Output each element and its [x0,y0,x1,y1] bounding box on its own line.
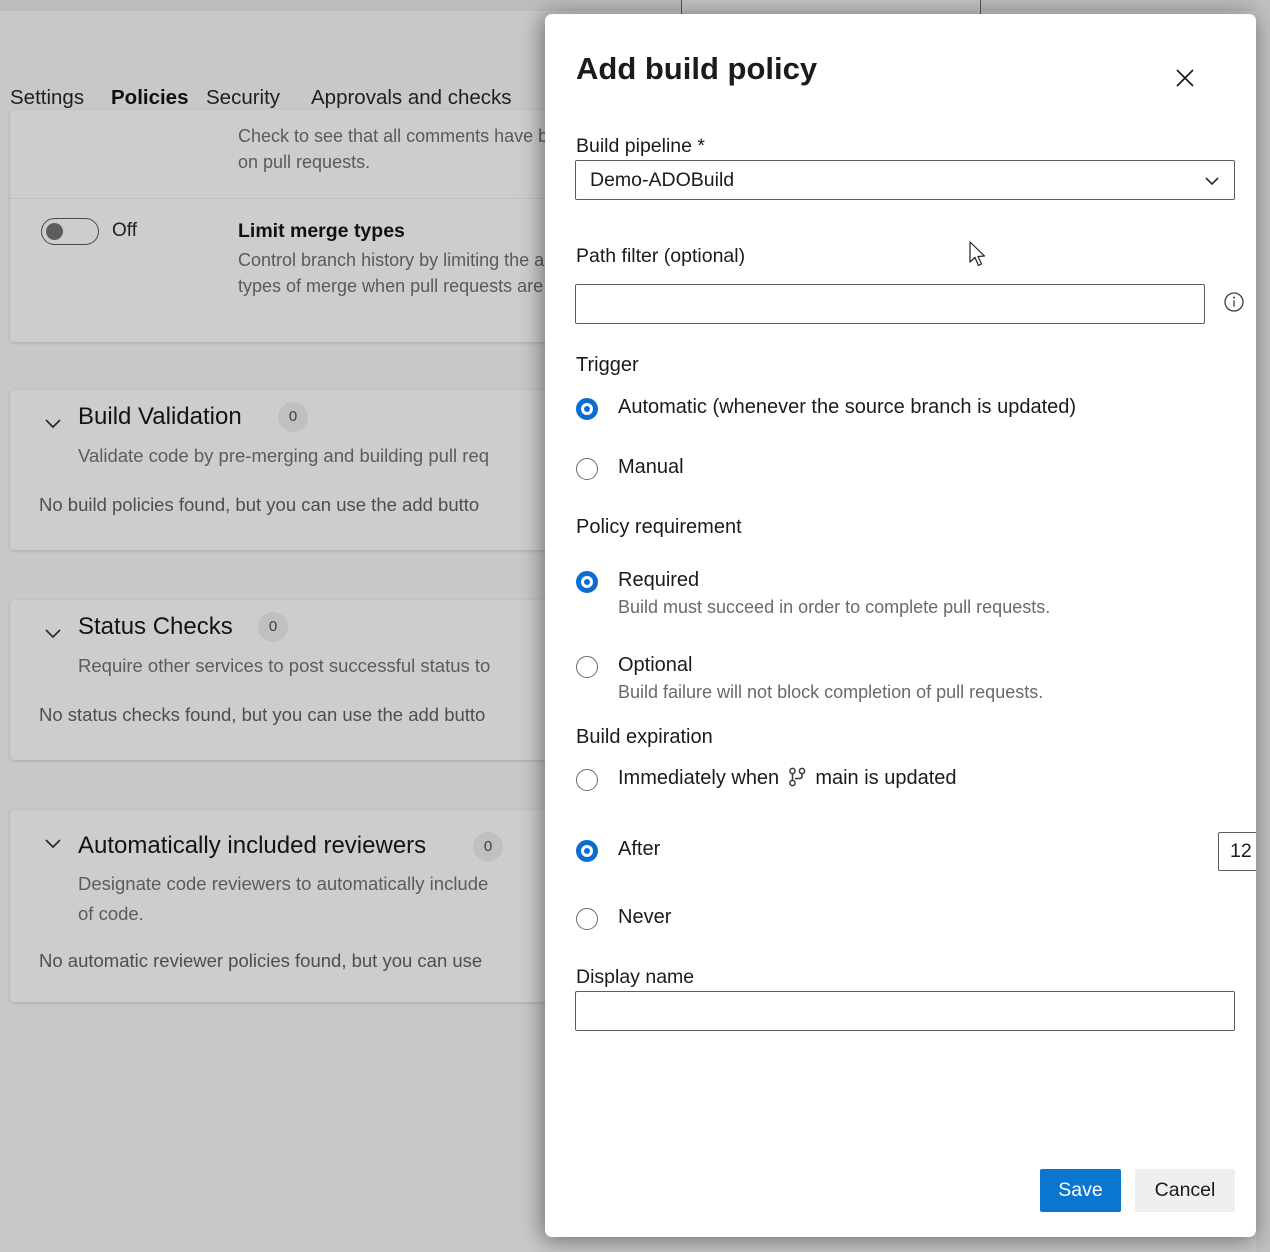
group-title-automatic-reviewers[interactable]: Automatically included reviewers [78,832,426,860]
display-name-label: Display name [576,966,694,989]
backdrop-right-strip [1256,0,1270,1252]
limit-merge-types-toggle-state: Off [112,220,137,242]
policy-required-label: Required [618,569,699,592]
chevron-down-icon[interactable] [42,622,64,644]
chevron-down-icon[interactable] [42,832,64,854]
limit-merge-types-toggle[interactable] [41,218,99,245]
limit-merge-types-title: Limit merge types [238,220,405,243]
tab-policies-label: Policies [111,86,189,109]
policy-optional-label: Optional [618,654,693,677]
radio-required[interactable] [576,571,598,593]
expiration-after-prefix: After [618,838,660,861]
card-build-validation: Build Validation 0 Validate code by pre-… [10,390,610,550]
branch-icon [788,767,807,787]
add-build-policy-panel: Add build policy Build pipeline * Demo-A… [545,14,1256,1237]
build-pipeline-value: Demo-ADOBuild [590,161,734,199]
build-pipeline-select[interactable]: Demo-ADOBuild [575,160,1235,200]
tab-security-label: Security [206,86,280,109]
expiration-immediately-prefix: Immediately when [618,767,779,789]
radio-never[interactable] [576,908,598,930]
card-divider [10,198,610,199]
group-desc-automatic-reviewers-line1: Designate code reviewers to automaticall… [78,868,608,899]
path-filter-input[interactable] [575,284,1205,324]
top-chrome-strip [0,0,1270,11]
chevron-down-icon [1202,171,1222,191]
build-pipeline-label: Build pipeline * [576,135,705,158]
badge-build-validation-count: 0 [278,402,308,432]
badge-status-checks-count: 0 [258,612,288,642]
radio-optional[interactable] [576,656,598,678]
expiration-immediately-suffix: is updated [864,767,956,789]
empty-state-automatic-reviewers: No automatic reviewer policies found, bu… [39,950,482,972]
path-filter-label: Path filter (optional) [576,245,745,268]
build-expiration-section-label: Build expiration [576,726,713,749]
info-icon[interactable] [1223,291,1245,313]
tab-settings-label: Settings [10,86,84,109]
policy-optional-sub: Build failure will not block completion … [618,682,1043,703]
close-icon[interactable] [1165,58,1205,98]
empty-state-status-checks: No status checks found, but you can use … [39,704,485,726]
card-automatic-reviewers: Automatically included reviewers 0 Desig… [10,810,610,1002]
group-title-status-checks[interactable]: Status Checks [78,613,233,641]
policy-required-sub: Build must succeed in order to complete … [618,597,1050,618]
expiration-never-label: Never [618,906,671,929]
policy-requirement-section-label: Policy requirement [576,516,742,539]
radio-manual[interactable] [576,458,598,480]
chevron-down-icon[interactable] [42,412,64,434]
cancel-button[interactable]: Cancel [1135,1169,1235,1212]
trigger-manual-label: Manual [618,456,684,479]
trigger-automatic-label: Automatic (whenever the source branch is… [618,396,1076,419]
tab-approvals-label: Approvals and checks [311,86,512,109]
radio-after[interactable] [576,840,598,862]
display-name-input[interactable] [575,991,1235,1031]
group-desc-automatic-reviewers-line2: of code. [78,898,608,929]
radio-immediately[interactable] [576,769,598,791]
toggle-knob [46,223,63,240]
trigger-section-label: Trigger [576,354,639,377]
radio-automatic[interactable] [576,398,598,420]
save-button[interactable]: Save [1040,1169,1121,1212]
card-branch-policies: Check to see that all comments have b on… [10,110,610,342]
card-status-checks: Status Checks 0 Require other services t… [10,600,610,760]
expiration-hours-input[interactable] [1218,832,1256,871]
expiration-immediately-label: Immediately when main is updated [618,767,957,790]
group-desc-build-validation: Validate code by pre-merging and buildin… [78,440,608,471]
expiration-immediately-branch: main [815,767,858,789]
panel-title: Add build policy [576,51,817,87]
group-title-build-validation[interactable]: Build Validation [78,403,242,431]
badge-automatic-reviewers-count: 0 [473,832,503,862]
group-desc-status-checks: Require other services to post successfu… [78,650,608,681]
empty-state-build-validation: No build policies found, but you can use… [39,494,479,516]
